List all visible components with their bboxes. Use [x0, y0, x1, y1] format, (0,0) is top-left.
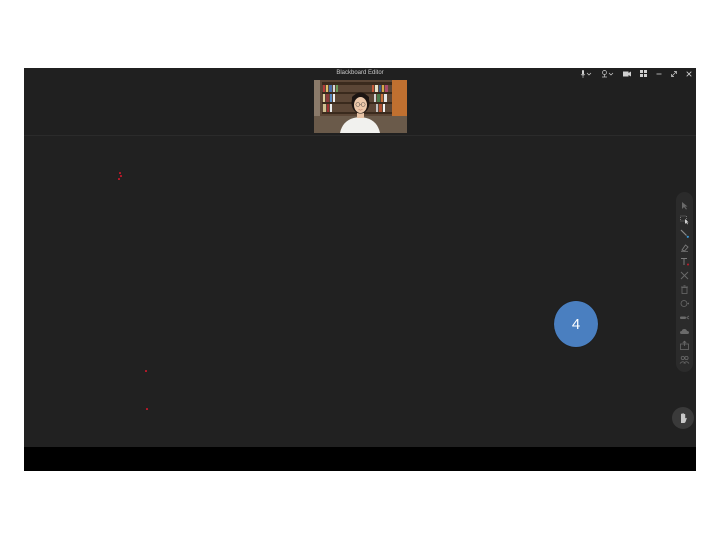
step-number-badge: 4 [554, 301, 598, 347]
laser-icon[interactable] [679, 312, 690, 323]
hand-raise-button[interactable] [672, 407, 694, 429]
hand-icon [681, 413, 687, 423]
whiteboard-canvas[interactable] [24, 136, 696, 447]
restore-icon[interactable] [671, 69, 677, 78]
app-window: Blackboard Editor 4 [24, 68, 696, 471]
speaker-icon[interactable] [601, 69, 608, 78]
clear-icon[interactable] [679, 298, 690, 309]
delete-icon[interactable] [679, 284, 690, 295]
participants-icon[interactable] [679, 354, 690, 365]
select-icon[interactable] [679, 214, 690, 225]
participant-video [314, 80, 407, 133]
camera-icon[interactable] [623, 69, 631, 78]
ink-mark [118, 178, 120, 180]
chevron-down-icon[interactable] [586, 69, 592, 78]
ink-mark [146, 408, 148, 410]
pointer-icon[interactable] [679, 200, 690, 211]
chevron-down-icon[interactable] [608, 69, 614, 78]
ink-mark [145, 370, 147, 372]
upload-icon[interactable] [679, 340, 690, 351]
minimize-icon[interactable] [656, 69, 662, 78]
pen-icon[interactable] [679, 228, 690, 239]
cloud-icon[interactable] [679, 326, 690, 337]
window-controls [580, 69, 692, 78]
text-icon[interactable] [679, 256, 690, 267]
close-icon[interactable] [686, 69, 692, 78]
bottom-bar [24, 447, 696, 471]
shape-icon[interactable] [679, 270, 690, 281]
ink-mark [119, 172, 121, 174]
drawing-toolbar [676, 192, 693, 372]
ink-mark [120, 175, 122, 177]
grid-layout-icon[interactable] [640, 69, 647, 78]
eraser-icon[interactable] [679, 242, 690, 253]
title-bar: Blackboard Editor [24, 68, 696, 136]
